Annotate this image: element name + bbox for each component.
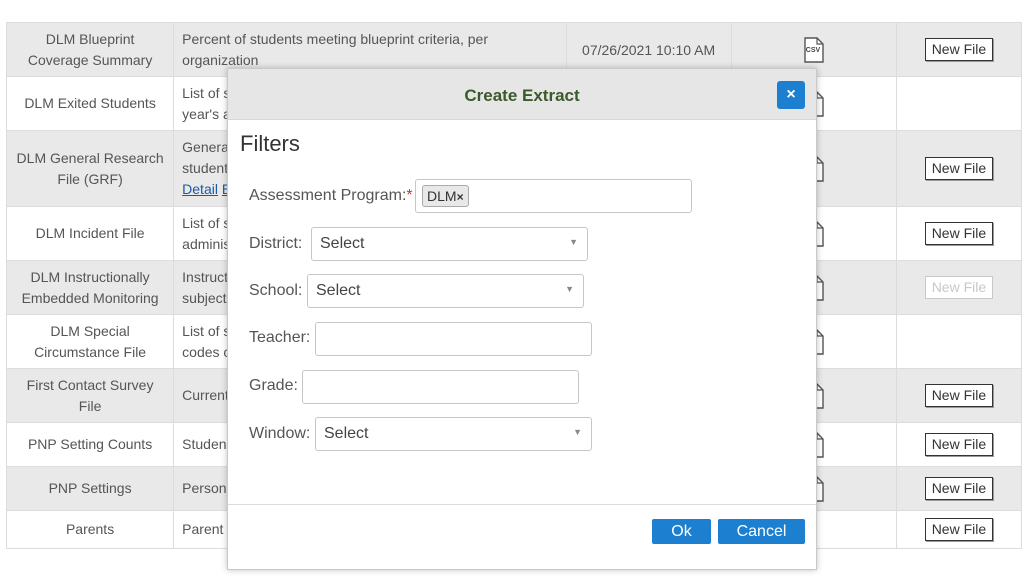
action-cell: New File	[895, 206, 1023, 261]
extract-name-line: First Contact Survey	[26, 376, 154, 393]
new-file-button: New File	[924, 276, 994, 299]
extract-name-line: DLM Incident File	[35, 225, 145, 241]
extract-name-line: File	[78, 397, 102, 414]
teacher-input[interactable]	[315, 322, 592, 356]
teacher-label: Teacher:	[249, 329, 311, 346]
cancel-button[interactable]: Cancel	[718, 519, 805, 544]
new-file-button[interactable]: New File	[924, 477, 994, 500]
new-file-button[interactable]: New File	[924, 38, 994, 61]
extract-name-line: DLM General Research	[16, 149, 164, 166]
assessment-program-label: Assessment Program:*	[249, 187, 413, 205]
new-file-button[interactable]: New File	[924, 222, 994, 245]
remove-tag-icon[interactable]: ×	[457, 190, 464, 204]
district-select[interactable]: Select ▼	[311, 227, 588, 261]
extract-name-line: PNP Settings	[48, 480, 132, 496]
extract-name-line: Embedded Monitoring	[21, 289, 159, 306]
modal-title: Create Extract	[464, 86, 580, 105]
extract-name-cell: PNP Settings	[5, 466, 175, 511]
close-icon[interactable]: ×	[786, 86, 795, 103]
action-cell: New File	[895, 130, 1023, 207]
district-select-value: Select	[320, 235, 365, 252]
chevron-down-icon: ▼	[569, 237, 578, 247]
extract-name-cell: DLM Blueprint Coverage Summary	[5, 22, 175, 77]
csv-file-icon[interactable]: CSV	[804, 36, 824, 63]
action-cell: New File	[895, 22, 1023, 77]
description-line: Percent of students meeting blueprint cr…	[182, 30, 488, 47]
window-select[interactable]: Select ▼	[315, 417, 592, 451]
action-cell	[895, 76, 1023, 131]
assessment-program-multiselect[interactable]: DLM×	[415, 179, 692, 213]
action-cell: New File	[895, 260, 1023, 315]
extract-name-cell: PNP Setting Counts	[5, 422, 175, 467]
action-cell: New File	[895, 368, 1023, 423]
new-file-button[interactable]: New File	[924, 157, 994, 180]
detail-link[interactable]: Detail	[182, 181, 218, 197]
action-cell: New File	[895, 422, 1023, 467]
grade-label: Grade:	[249, 377, 298, 394]
extract-name-line: DLM Instructionally	[30, 268, 150, 285]
extract-name-line: Coverage Summary	[27, 51, 153, 68]
modal-header: Create Extract ×	[228, 69, 816, 120]
create-extract-modal: Create Extract × Filters Assessment Prog…	[227, 68, 817, 570]
new-file-button[interactable]: New File	[924, 384, 994, 407]
modal-footer: Ok Cancel	[228, 504, 816, 569]
new-file-button[interactable]: New File	[924, 518, 994, 541]
chevron-down-icon: ▼	[565, 284, 574, 294]
extract-name-line: Parents	[65, 521, 115, 537]
extract-name-cell: DLM Special Circumstance File	[5, 314, 175, 369]
grade-input[interactable]	[302, 370, 579, 404]
dlm-tag-label: DLM	[427, 188, 457, 204]
extract-name-line: File (GRF)	[57, 170, 123, 187]
extract-name-cell: Parents	[5, 510, 175, 549]
action-cell: New File	[895, 510, 1023, 549]
required-marker: *	[406, 187, 413, 204]
filters-heading: Filters	[240, 131, 300, 156]
extract-name-line: Circumstance File	[34, 343, 147, 360]
window-label: Window:	[249, 425, 311, 442]
extract-name-line: PNP Setting Counts	[27, 436, 153, 452]
school-label: School:	[249, 282, 303, 299]
assessment-program-label-text: Assessment Program:	[249, 187, 407, 204]
action-cell	[895, 314, 1023, 369]
chevron-down-icon: ▼	[573, 427, 582, 437]
extract-name-line: DLM Special	[50, 322, 130, 339]
school-select[interactable]: Select ▼	[307, 274, 584, 308]
close-button[interactable]: ×	[777, 81, 805, 109]
extract-name-cell: DLM Incident File	[5, 206, 175, 261]
extract-name-line: DLM Exited Students	[24, 95, 156, 111]
new-file-button[interactable]: New File	[924, 433, 994, 456]
csv-label: CSV	[805, 46, 821, 54]
extract-name-cell: DLM General Research File (GRF)	[5, 130, 175, 207]
school-select-value: Select	[316, 282, 361, 299]
action-cell: New File	[895, 466, 1023, 511]
extract-name-line: DLM Blueprint	[45, 30, 135, 47]
extract-name-cell: DLM Instructionally Embedded Monitoring	[5, 260, 175, 315]
timestamp: 07/26/2021 10:10 AM	[582, 41, 716, 58]
dlm-tag: DLM×	[422, 185, 469, 207]
extract-name-cell: First Contact Survey File	[5, 368, 175, 423]
district-label: District:	[249, 235, 303, 252]
ok-button[interactable]: Ok	[652, 519, 711, 544]
window-select-value: Select	[324, 425, 369, 442]
extract-name-cell: DLM Exited Students	[5, 76, 175, 131]
